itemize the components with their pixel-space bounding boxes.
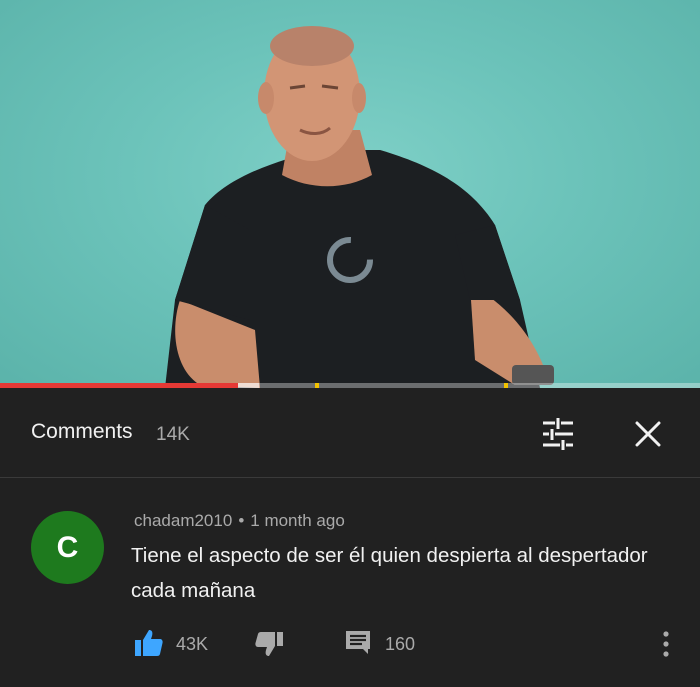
thumbs-down-icon [255,632,283,656]
comments-title: Comments [31,420,133,443]
thumbs-up-icon [135,630,163,656]
like-count: 43K [176,634,209,654]
comments-header: Comments 14K [0,388,700,478]
video-player[interactable] [0,0,700,388]
comment-text: Tiene el aspecto de ser él quien despier… [131,544,648,602]
reply-count: 160 [385,634,416,654]
meta-separator: • [238,511,245,530]
comment-actions: 43K 160 [0,624,700,664]
close-button[interactable] [626,412,670,456]
comments-count: 14K [156,424,190,445]
like-button[interactable] [134,628,164,663]
dislike-button[interactable] [254,628,284,663]
comment-author[interactable]: chadam2010 [134,511,232,530]
comment-time: 1 month ago [250,511,345,530]
comment-item: C chadam2010 • 1 month ago Tiene el aspect… [0,479,700,687]
video-frame-image [165,26,554,388]
more-options-button[interactable] [654,628,678,660]
avatar[interactable]: C [31,511,104,584]
sort-filter-icon [543,418,573,450]
sort-filter-button[interactable] [536,412,580,456]
close-icon [635,421,661,447]
comment-meta: chadam2010 • 1 month ago [134,511,345,531]
reply-button[interactable] [344,628,372,661]
reply-icon [346,631,370,654]
more-vert-icon [663,631,669,657]
